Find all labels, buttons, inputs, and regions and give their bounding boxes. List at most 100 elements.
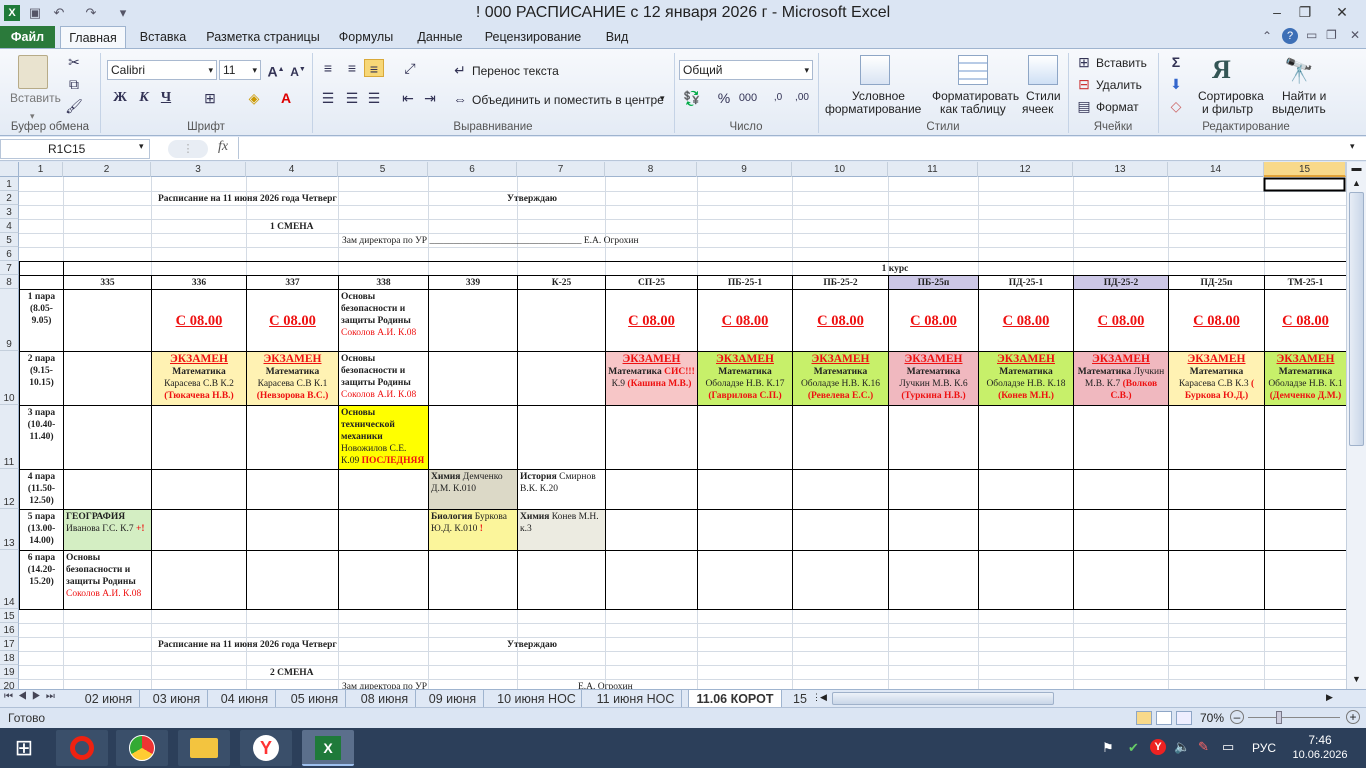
page-layout-view-icon[interactable] — [1156, 711, 1172, 725]
format-painter-icon[interactable]: 🖌 — [64, 97, 84, 115]
exam-cell[interactable]: ЭКЗАМЕН Математика Оболадзе Н.В. К.1 (Демче… — [1265, 352, 1346, 403]
number-format-combo[interactable]: Общий ▾ — [679, 60, 813, 80]
sheet-tab[interactable]: 08 июня — [354, 690, 416, 708]
wrap-text-button[interactable]: Перенос текста — [472, 64, 559, 78]
volume-tray-icon[interactable]: 🔈 — [1174, 739, 1190, 755]
zoom-level[interactable]: 70% — [1200, 711, 1224, 725]
scroll-down-icon[interactable]: ▼ — [1349, 672, 1364, 686]
format-as-table-icon[interactable] — [958, 55, 988, 85]
zoom-slider-track[interactable] — [1248, 717, 1340, 718]
lesson-cell[interactable]: Химия Конев М.Н. к.3 — [518, 510, 605, 536]
increase-indent-icon[interactable]: ⇥ — [420, 89, 440, 107]
opera-taskbar-icon[interactable] — [56, 730, 108, 766]
language-indicator[interactable]: РУС — [1252, 741, 1276, 755]
chrome-taskbar-icon[interactable] — [116, 730, 168, 766]
start-time-cell[interactable]: С 08.00 — [1074, 313, 1168, 330]
normal-view-icon[interactable] — [1136, 711, 1152, 725]
row-header[interactable]: 19 — [0, 665, 19, 679]
font-size-combo[interactable]: 11 ▾ — [219, 60, 261, 80]
sheet-tab[interactable]: 11 июня НОС — [590, 690, 682, 708]
zoom-in-icon[interactable]: + — [1346, 710, 1360, 724]
thousands-icon[interactable]: 000 — [738, 89, 758, 107]
exam-cell[interactable]: ЭКЗАМЕН Математика Оболадзе Н.В. К.18 (Коне… — [979, 352, 1073, 403]
merge-center-icon[interactable]: ⇔ — [450, 90, 470, 108]
start-time-cell[interactable]: С 08.00 — [247, 313, 338, 330]
fill-icon[interactable]: ⬇ — [1166, 75, 1186, 93]
sheet-tab[interactable]: 03 июня — [146, 690, 208, 708]
explorer-taskbar-icon[interactable] — [178, 730, 230, 766]
decrease-decimal-icon[interactable]: ,00 — [792, 89, 812, 107]
tab-page-layout[interactable]: Разметка страницы — [202, 26, 324, 48]
row-header[interactable]: 2 — [0, 191, 19, 205]
italic-icon[interactable]: К — [134, 89, 154, 107]
excel-taskbar-icon[interactable]: X — [302, 730, 354, 766]
format-as-table-label2[interactable]: как таблицу — [940, 102, 1006, 116]
row-header[interactable]: 11 — [0, 405, 19, 469]
lesson-cell[interactable]: Биология Буркова Ю.Д. К.010 ! — [429, 510, 517, 536]
row-header[interactable]: 9 — [0, 289, 19, 351]
split-icon[interactable]: ▬ — [1349, 163, 1364, 175]
align-top-icon[interactable]: ≡ — [318, 59, 338, 77]
row-header[interactable]: 15 — [0, 609, 19, 623]
exam-cell[interactable]: ЭКЗАМЕН Математика Лучкин М.В. К.7 (Волко… — [1074, 352, 1168, 403]
yandex-taskbar-icon[interactable]: Y — [240, 730, 292, 766]
doc-close-icon[interactable]: ✕ — [1350, 28, 1360, 42]
help-icon[interactable]: ? — [1282, 28, 1298, 44]
scroll-up-icon[interactable]: ▲ — [1349, 176, 1364, 190]
tab-file[interactable]: Файл — [0, 26, 55, 48]
column-header-selected[interactable]: 15 — [1264, 162, 1346, 177]
sheet-tab[interactable]: 10 июня НОС — [492, 690, 582, 708]
lesson-cell[interactable]: Основы технической механики Новожилов С.Е… — [339, 406, 428, 468]
windows-start-icon[interactable]: ⊞ — [8, 734, 40, 762]
column-header[interactable]: 5 — [338, 162, 428, 177]
cell-styles-label1[interactable]: Стили — [1026, 89, 1061, 103]
sheet-tab-active[interactable]: 11.06 КОРОТ — [688, 690, 782, 708]
insert-cells-icon[interactable]: ⊞ — [1074, 53, 1094, 71]
scroll-right-icon[interactable]: ▶ — [1326, 692, 1333, 703]
start-time-cell[interactable]: С 08.00 — [1265, 313, 1346, 330]
row-header[interactable]: 13 — [0, 509, 19, 550]
cell-styles-label2[interactable]: ячеек — [1022, 102, 1053, 116]
page-break-view-icon[interactable] — [1176, 711, 1192, 725]
lesson-cell[interactable]: ГЕОГРАФИЯ Иванова Г.С. К.7 +! — [64, 510, 151, 536]
network-tray-icon[interactable]: ⚑ — [1102, 740, 1114, 756]
minimize-button[interactable]: – — [1262, 0, 1292, 24]
exam-cell[interactable]: ЭКЗАМЕН Математика Лучкин М.В. К.6 (Туркина… — [889, 352, 978, 403]
sheet-nav-icons[interactable]: ⏮◀▶⏭ — [4, 691, 60, 702]
align-left-icon[interactable]: ☰ — [318, 89, 338, 107]
sheet-tab[interactable]: 04 июня — [214, 690, 276, 708]
currency-icon[interactable]: 💱 — [682, 89, 702, 107]
clock-time[interactable]: 7:46 — [1290, 733, 1350, 747]
row-header[interactable]: 6 — [0, 247, 19, 261]
row-header[interactable]: 18 — [0, 651, 19, 665]
row-header[interactable]: 5 — [0, 233, 19, 247]
underline-icon[interactable]: Ч — [156, 89, 176, 107]
format-cells-icon[interactable]: ▤ — [1074, 97, 1094, 115]
column-header[interactable]: 14 — [1168, 162, 1264, 177]
lesson-cell[interactable]: Основы безопасности и защиты Родины Сокол… — [339, 290, 428, 340]
name-box-dropdown-icon[interactable]: ▾ — [139, 141, 144, 152]
column-header[interactable]: 10 — [792, 162, 888, 177]
fill-color-icon[interactable]: ◈ — [244, 89, 264, 107]
column-header[interactable]: 12 — [978, 162, 1073, 177]
column-header[interactable]: 4 — [246, 162, 338, 177]
restore-button[interactable]: ❐ — [1290, 0, 1320, 24]
start-time-cell[interactable]: С 08.00 — [1169, 313, 1264, 330]
sheet-tab[interactable]: 05 июня — [284, 690, 346, 708]
merge-dropdown-icon[interactable]: ▾ — [660, 93, 665, 104]
exam-cell[interactable]: ЭКЗАМЕН Математика Оболадзе Н.В. К.16 (Реве… — [793, 352, 888, 403]
start-time-cell[interactable]: С 08.00 — [698, 313, 792, 330]
row-header[interactable]: 12 — [0, 469, 19, 509]
borders-icon[interactable]: ⊞ — [200, 89, 220, 107]
bold-icon[interactable]: Ж — [110, 89, 130, 107]
orientation-icon[interactable]: ⤢ — [400, 59, 420, 77]
row-header[interactable]: 3 — [0, 205, 19, 219]
column-header[interactable]: 13 — [1073, 162, 1168, 177]
format-as-table-label1[interactable]: Форматировать — [932, 89, 1019, 103]
spreadsheet-grid[interactable]: 1 2 3 4 5 6 7 8 9 10 11 12 13 14 15 16 1… — [0, 177, 1346, 689]
tab-formulas[interactable]: Формулы — [332, 26, 400, 48]
doc-restore-icon[interactable]: ❐ — [1326, 28, 1337, 42]
start-time-cell[interactable]: С 08.00 — [793, 313, 888, 330]
exam-cell[interactable]: ЭКЗАМЕН Математика Карасева С.В К.3 ( Бур… — [1169, 352, 1264, 403]
horizontal-scroll-thumb[interactable] — [832, 692, 1054, 705]
